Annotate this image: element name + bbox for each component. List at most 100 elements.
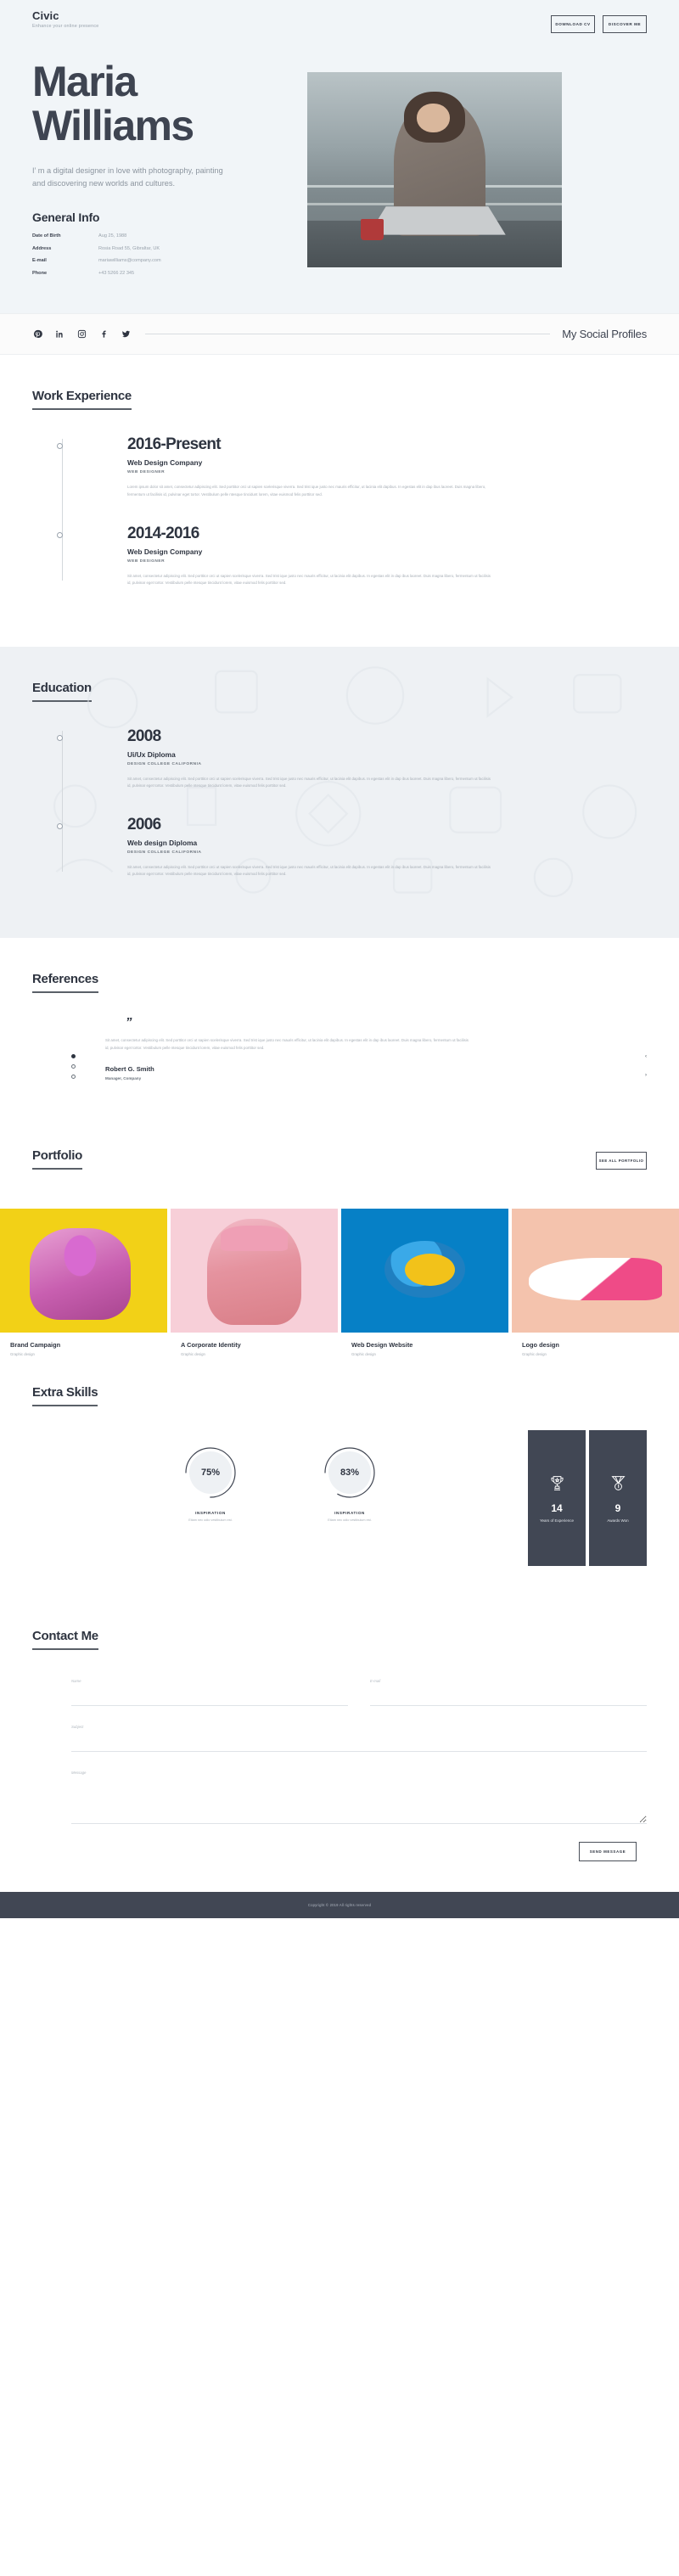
portfolio-section: Portfolio SEE ALL PORTFOLIO [0, 1114, 679, 1190]
skill-dials: 75% INSPIRATION Etiam nec odio vestibulu… [32, 1430, 528, 1566]
info-value[interactable]: mariawilliams@company.com [98, 258, 161, 263]
extra-skills-section: Extra Skills 75% INSPIRATION Etiam nec o… [0, 1356, 679, 1600]
work-role: WEB DESIGNER [127, 470, 166, 475]
education-description: Sit amet, consectetur adipiscing elit. S… [127, 776, 491, 789]
download-cv-button[interactable]: DOWNLOAD CV [551, 15, 595, 33]
portfolio-category: Graphic design [351, 1352, 376, 1357]
send-message-button[interactable]: SEND MESSAGE [579, 1842, 637, 1862]
pinterest-icon[interactable] [32, 328, 43, 340]
progress-ring: 75% [183, 1445, 238, 1500]
info-value: +43 5266 22 345 [98, 270, 135, 276]
quote-mark-icon: ” [126, 1014, 132, 1030]
brand-tagline: Enhance your online presence [32, 24, 99, 30]
instagram-icon[interactable] [76, 328, 87, 340]
timeline-dot-icon [57, 531, 63, 538]
section-title-contact: Contact Me [32, 1629, 98, 1651]
twitter-icon[interactable] [121, 328, 132, 340]
linkedin-icon[interactable] [54, 328, 65, 340]
footer-copyright: Copyright © 2019 All rights reserved [307, 1903, 372, 1908]
hero-section: Civic Enhance your online presence DOWNL… [0, 0, 679, 314]
section-title-work: Work Experience [32, 389, 132, 411]
carousel-dots [71, 1015, 105, 1080]
references-section: References ” Sit amet, consectetur adipi… [0, 938, 679, 1114]
work-timeline-item: 2014-2016 Web Design Company WEB DESIGNE… [57, 524, 647, 587]
skill-subtitle: Etiam nec odio vestibulum est. [188, 1518, 233, 1523]
progress-ring: 83% [323, 1445, 377, 1500]
portfolio-title: A Corporate Identity [181, 1341, 241, 1350]
info-row: E-mail mariawilliams@company.com [32, 258, 287, 263]
reference-author-role: Manager, Company [105, 1076, 142, 1081]
work-description: Lorem ipsum dolor sit amet, consectetur … [127, 485, 486, 497]
hero-intro-text: I’ m a digital designer in love with pho… [32, 166, 223, 188]
work-year: 2016-Present [127, 435, 222, 454]
general-info-table: Date of Birth Aug 25, 1988 Address Rosia… [32, 233, 287, 276]
portfolio-title: Brand Campaign [10, 1341, 61, 1350]
timeline-line [62, 439, 63, 581]
work-year: 2014-2016 [127, 524, 199, 542]
brand-name: Civic [32, 9, 59, 22]
form-row: Name E-mail [71, 1672, 647, 1707]
message-field-wrapper: Message [71, 1764, 647, 1828]
reference-text: Sit amet, consectetur adipiscing elit. S… [105, 1037, 469, 1050]
portfolio-item[interactable]: Brand Campaign Graphic design [0, 1209, 167, 1356]
skills-row: 75% INSPIRATION Etiam nec odio vestibulu… [32, 1430, 647, 1567]
section-title-skills: Extra Skills [32, 1385, 98, 1407]
info-row: Date of Birth Aug 25, 1988 [32, 233, 287, 239]
carousel-prev-icon[interactable]: ‹ [645, 1054, 647, 1059]
carousel-arrows: ‹ › [623, 1015, 647, 1080]
see-all-portfolio-button[interactable]: SEE ALL PORTFOLIO [596, 1152, 647, 1170]
social-bar: My Social Profiles [0, 313, 679, 356]
carousel-next-icon[interactable]: › [645, 1073, 647, 1078]
education-timeline-item: 2008 Ui/Ux Diploma DESIGN COLLEGE CALIFO… [57, 727, 647, 790]
section-title-references: References [32, 972, 98, 993]
brand[interactable]: Civic Enhance your online presence [32, 9, 99, 30]
info-key: Phone [32, 270, 48, 276]
portfolio-thumbnail [0, 1209, 167, 1333]
name-field-label: Name [71, 1679, 81, 1684]
portfolio-category: Graphic design [181, 1352, 205, 1357]
timeline-line [62, 730, 63, 872]
work-timeline-item: 2016-Present Web Design Company WEB DESI… [57, 435, 647, 498]
portfolio-thumbnail [171, 1209, 338, 1333]
education-year: 2008 [127, 727, 161, 745]
info-value: Aug 25, 1988 [98, 233, 127, 239]
carousel-dot[interactable] [71, 1053, 76, 1058]
education-degree: Ui/Ux Diploma [127, 749, 176, 759]
skill-name: INSPIRATION [195, 1511, 226, 1516]
stat-cards: 14 Years of Experience 9 Awards Won [528, 1430, 647, 1567]
portfolio-item[interactable]: Web Design Website Graphic design [341, 1209, 508, 1356]
education-year: 2006 [127, 815, 161, 833]
portfolio-title: Web Design Website [351, 1341, 413, 1350]
skill-name: INSPIRATION [334, 1511, 365, 1516]
resume-page: Civic Enhance your online presence DOWNL… [0, 0, 679, 1919]
message-textarea[interactable] [71, 1780, 647, 1825]
hero-portrait-photo [307, 72, 562, 267]
education-section: Education 2008 Ui/Ux Diploma DESIGN COLL… [0, 646, 679, 938]
skill-percent: 75% [200, 1468, 221, 1479]
social-section-title: My Social Profiles [562, 328, 647, 341]
timeline-dot-icon [57, 734, 63, 741]
facebook-icon[interactable] [98, 328, 109, 340]
name-input[interactable] [71, 1693, 348, 1707]
hero-left-column: Maria Williams I’ m a digital designer i… [32, 59, 287, 283]
portfolio-grid: Brand Campaign Graphic design A Corporat… [0, 1209, 679, 1356]
subject-input[interactable] [71, 1739, 647, 1753]
social-icon-list [32, 328, 132, 340]
discover-me-button[interactable]: DISCOVER ME [603, 15, 647, 33]
email-input[interactable] [370, 1693, 647, 1707]
stat-label: Years of Experience [539, 1518, 575, 1523]
section-title-education: Education [32, 681, 92, 702]
hero-last-name: Williams [32, 101, 194, 149]
reference-content: ” Sit amet, consectetur adipiscing elit.… [105, 1015, 623, 1080]
subject-field-wrapper: Subject [71, 1718, 647, 1753]
carousel-dot[interactable] [71, 1074, 76, 1079]
carousel-dot[interactable] [71, 1064, 76, 1069]
portfolio-header: Portfolio SEE ALL PORTFOLIO [32, 1148, 647, 1170]
portfolio-item[interactable]: Logo design Graphic design [512, 1209, 679, 1356]
portfolio-item[interactable]: A Corporate Identity Graphic design [171, 1209, 338, 1356]
general-info-title: General Info [32, 210, 100, 225]
timeline-dot-icon [57, 822, 63, 829]
education-degree: Web design Diploma [127, 838, 198, 847]
education-timeline: 2008 Ui/Ux Diploma DESIGN COLLEGE CALIFO… [32, 727, 647, 878]
work-timeline: 2016-Present Web Design Company WEB DESI… [32, 435, 647, 586]
